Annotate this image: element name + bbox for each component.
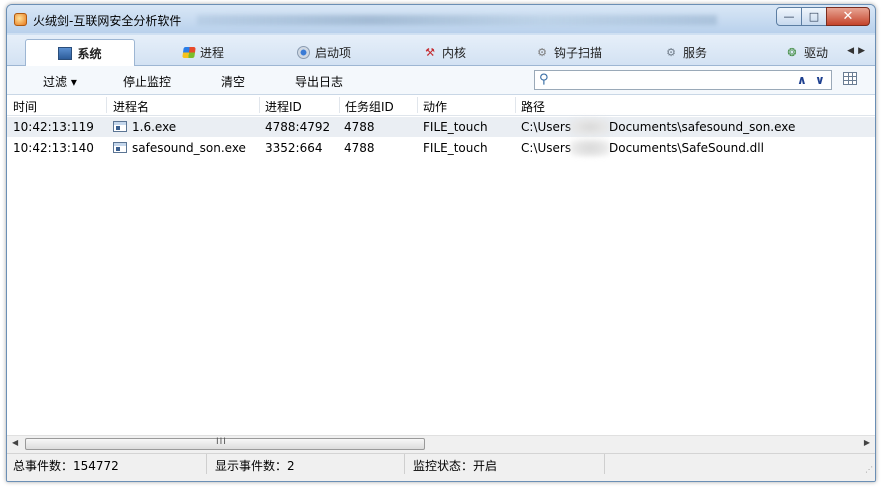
main-window: 火绒剑-互联网安全分析软件 — □ ✕ 系统 进程 启动项 ⚒ 内核 ⚙ 钩子扫…: [6, 4, 876, 482]
status-shown-events: 显示事件数：2: [207, 454, 405, 474]
search-next-icon[interactable]: ∨: [815, 73, 825, 87]
kernel-icon: ⚒: [425, 45, 435, 59]
tab-driver[interactable]: ❂ 驱动: [785, 39, 828, 65]
cell-time: 10:42:13:140: [13, 141, 94, 155]
column-divider[interactable]: [417, 97, 418, 113]
tab-service[interactable]: ⚙ 服务: [664, 39, 707, 65]
close-button[interactable]: ✕: [826, 7, 870, 26]
cell-action: FILE_touch: [423, 120, 488, 134]
cell-path-suffix: Documents\safesound_son.exe: [609, 120, 796, 134]
filter-button[interactable]: 过滤 ▾: [43, 73, 77, 90]
search-prev-icon[interactable]: ∧: [797, 73, 807, 87]
tab-system[interactable]: 系统: [25, 39, 135, 66]
cell-path-prefix: C:\Users: [521, 120, 572, 134]
column-header-group-id[interactable]: 任务组ID: [345, 98, 394, 115]
list-header: 时间 进程名 进程ID 任务组ID 动作 路径: [7, 95, 875, 116]
clear-button[interactable]: 清空: [221, 73, 245, 90]
maximize-icon: □: [808, 10, 820, 23]
tab-label: 启动项: [315, 45, 352, 60]
horizontal-scrollbar[interactable]: ◀ III ▶: [7, 435, 875, 453]
table-row[interactable]: 10:42:13:140 safesound_son.exe 3352:664 …: [7, 138, 875, 158]
cell-pid: 3352:664: [265, 141, 323, 155]
startup-icon: [297, 45, 310, 59]
window-title: 火绒剑-互联网安全分析软件: [33, 14, 182, 28]
close-icon: ✕: [842, 9, 854, 24]
status-empty-pane: [605, 454, 875, 474]
scroll-left-icon[interactable]: ◀: [12, 438, 18, 447]
tab-scroll-arrows[interactable]: ◀▶: [847, 46, 869, 56]
export-log-button[interactable]: 导出日志: [295, 73, 343, 90]
tab-label: 系统: [77, 46, 102, 61]
cell-pid: 4788:4792: [265, 120, 331, 134]
cell-process-name: 1.6.exe: [132, 120, 177, 134]
tab-label: 进程: [200, 45, 225, 60]
cell-time: 10:42:13:119: [13, 120, 94, 134]
tab-kernel[interactable]: ⚒ 内核: [423, 39, 466, 65]
tab-label: 服务: [683, 45, 708, 60]
column-divider[interactable]: [259, 97, 260, 113]
cell-path-prefix: C:\Users: [521, 141, 572, 155]
column-header-process-name[interactable]: 进程名: [113, 98, 149, 115]
column-divider[interactable]: [339, 97, 340, 113]
tab-label: 钩子扫描: [554, 45, 603, 60]
maximize-button[interactable]: □: [801, 7, 827, 26]
tab-label: 驱动: [804, 45, 829, 60]
scrollbar-thumb[interactable]: III: [25, 437, 425, 450]
tab-bar: 系统 进程 启动项 ⚒ 内核 ⚙ 钩子扫描 ⚙ 服务 ❂ 驱动 ◀▶: [7, 35, 875, 66]
search-icon: ⚲: [539, 72, 549, 87]
status-monitor-state: 监控状态：开启: [405, 454, 605, 474]
status-bar: 总事件数：154772 显示事件数：2 监控状态：开启 ⋰: [7, 453, 875, 481]
toolbar: 过滤 ▾ 停止监控 清空 导出日志 ⚲ ∧ ∨: [7, 66, 875, 95]
cell-group-id: 4788: [344, 141, 375, 155]
column-header-time[interactable]: 时间: [13, 98, 37, 115]
title-bar[interactable]: 火绒剑-互联网安全分析软件 — □ ✕: [7, 5, 875, 33]
hook-scan-icon: ⚙: [537, 45, 547, 59]
stop-monitor-button[interactable]: 停止监控: [123, 73, 171, 90]
column-divider[interactable]: [515, 97, 516, 113]
driver-icon: ❂: [787, 45, 797, 59]
minimize-icon: —: [783, 10, 795, 23]
column-settings-icon[interactable]: [843, 72, 857, 85]
scrollbar-grip: III: [216, 437, 227, 447]
resize-grip-icon[interactable]: ⋰: [865, 465, 873, 474]
cell-process-name: safesound_son.exe: [132, 141, 246, 155]
event-list[interactable]: 时间 进程名 进程ID 任务组ID 动作 路径 10:42:13:119 1.6…: [7, 95, 875, 435]
blurred-title-area: [197, 15, 717, 25]
scroll-right-icon[interactable]: ▶: [864, 438, 870, 447]
redacted-username: [570, 118, 610, 136]
tab-process[interactable]: 进程: [182, 39, 225, 65]
minimize-button[interactable]: —: [776, 7, 802, 26]
cell-group-id: 4788: [344, 120, 375, 134]
cell-path-suffix: Documents\SafeSound.dll: [609, 141, 764, 155]
table-row[interactable]: 10:42:13:119 1.6.exe 4788:4792 4788 FILE…: [7, 117, 875, 137]
status-total-events: 总事件数：154772: [7, 454, 207, 474]
redacted-username: [570, 139, 610, 157]
tab-hook-scan[interactable]: ⚙ 钩子扫描: [535, 39, 602, 65]
column-header-pid[interactable]: 进程ID: [265, 98, 302, 115]
service-icon: ⚙: [666, 45, 676, 59]
column-header-path[interactable]: 路径: [521, 98, 545, 115]
windows-flag-icon: [182, 46, 196, 58]
search-input[interactable]: ⚲ ∧ ∨: [534, 70, 832, 90]
window-controls: — □ ✕: [776, 7, 870, 27]
tab-label: 内核: [442, 45, 467, 60]
cell-action: FILE_touch: [423, 141, 488, 155]
tab-startup[interactable]: 启动项: [297, 39, 351, 65]
column-divider[interactable]: [106, 97, 107, 113]
exe-icon: [113, 121, 127, 132]
exe-icon: [113, 142, 127, 153]
app-logo-icon: [14, 13, 27, 26]
column-header-action[interactable]: 动作: [423, 98, 447, 115]
monitor-icon: [58, 46, 73, 60]
